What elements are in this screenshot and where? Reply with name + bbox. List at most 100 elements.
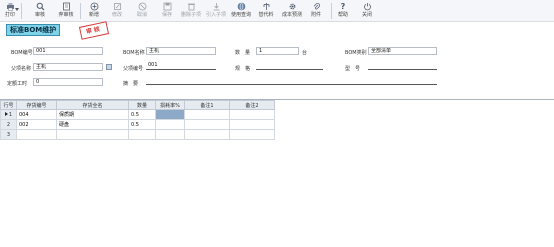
cost-forecast-label: 成本预测	[281, 12, 302, 18]
note1-cell[interactable]	[184, 109, 230, 120]
work-hours-field[interactable]: 0	[33, 78, 103, 86]
audit-button[interactable]: 审核	[33, 1, 47, 21]
note1-cell[interactable]	[184, 129, 230, 140]
modify-button[interactable]: 修改	[110, 1, 124, 21]
bom-items-table: 行号 存货编号 存货全名 数量 损耗率% 备注1 备注2 1 004 保质期 0…	[0, 100, 275, 140]
printer-icon	[6, 2, 15, 11]
parent-code-label: 父项编号	[123, 66, 144, 72]
bom-type-label: BOM类别	[345, 50, 367, 56]
code-cell[interactable]: 002	[16, 119, 57, 130]
loss-cell[interactable]	[155, 109, 185, 120]
usage-query-button[interactable]: 使用查询	[230, 1, 252, 21]
loss-cell[interactable]	[155, 119, 185, 130]
cost-forecast-button[interactable]: 成本预测	[281, 1, 303, 21]
bom-type-field[interactable]: 全部清单	[368, 47, 437, 55]
code-cell[interactable]: 004	[16, 109, 57, 120]
paperclip-icon	[312, 2, 321, 11]
column-header-qty[interactable]: 数量	[128, 100, 156, 110]
search-icon	[36, 2, 45, 11]
cancel-button[interactable]: 取消	[135, 1, 149, 21]
name-cell[interactable]: 硬盘	[56, 119, 129, 130]
parent-code-field[interactable]: 001	[146, 62, 216, 70]
table-header-row: 行号 存货编号 存货全名 数量 损耗率% 备注1 备注2	[0, 100, 275, 110]
column-header-note2[interactable]: 备注2	[229, 100, 275, 110]
attachment-button[interactable]: 附件	[309, 1, 323, 21]
column-header-loss[interactable]: 损耗率%	[155, 100, 185, 110]
remarks-field[interactable]	[146, 77, 437, 85]
replacement-button[interactable]: 替代料	[257, 1, 275, 21]
close-button[interactable]: 关闭	[360, 1, 374, 21]
bom-name-field[interactable]: 主机	[146, 47, 216, 55]
print-button[interactable]: 打印	[3, 1, 17, 21]
detail-grid: 行号 存货编号 存货全名 数量 损耗率% 备注1 备注2 1 004 保质期 0…	[0, 99, 554, 247]
replacement-label: 替代料	[258, 12, 274, 18]
bom-name-label: BOM名称	[123, 50, 145, 56]
note2-cell[interactable]	[229, 119, 275, 130]
gear-icon	[288, 2, 297, 11]
unaudit-button[interactable]: 弃审核	[57, 1, 75, 21]
column-header-row-no[interactable]: 行号	[0, 100, 17, 110]
trash-icon	[187, 2, 196, 11]
parent-name-field[interactable]: 主机	[33, 63, 103, 71]
save-label: 保存	[161, 12, 172, 18]
help-label: 帮助	[337, 12, 348, 18]
audit-stamp: 审核	[78, 21, 110, 40]
add-button[interactable]: 新增	[87, 1, 101, 21]
document-icon	[62, 2, 71, 11]
toolbar-divider	[331, 3, 332, 19]
cancel-label: 取消	[136, 12, 147, 18]
model-field[interactable]	[368, 62, 437, 70]
parent-name-label: 父项名称	[11, 66, 32, 72]
delete-row-label: 删除子项	[180, 12, 201, 18]
modify-label: 修改	[111, 12, 122, 18]
usage-query-label: 使用查询	[230, 12, 251, 18]
remarks-label: 摘 要	[123, 81, 139, 87]
column-header-name[interactable]: 存货全名	[56, 100, 129, 110]
cancel-icon	[138, 2, 147, 11]
table-row[interactable]: 3	[0, 129, 275, 140]
toolbar-divider	[80, 3, 81, 19]
column-header-code[interactable]: 存货编号	[16, 100, 57, 110]
current-row-icon	[4, 112, 8, 116]
row-number: 1	[8, 111, 13, 118]
attachment-label: 附件	[310, 12, 321, 18]
form-title: 标准BOM维护	[6, 24, 61, 36]
add-label: 新增	[88, 12, 99, 18]
quantity-unit: 台	[302, 50, 308, 56]
add-icon	[90, 2, 99, 11]
qty-cell[interactable]	[128, 129, 156, 140]
row-number-cell[interactable]: 2	[0, 119, 17, 130]
loss-cell[interactable]	[155, 129, 185, 140]
qty-cell[interactable]: 0.5	[128, 109, 156, 120]
row-number-cell[interactable]: 1	[0, 109, 17, 120]
globe-icon	[237, 2, 246, 11]
audit-label: 审核	[34, 12, 45, 18]
lookup-icon[interactable]	[106, 64, 112, 70]
spec-field[interactable]	[256, 62, 323, 70]
delete-row-button[interactable]: 删除子项	[180, 1, 202, 21]
save-icon	[163, 2, 172, 11]
edit-icon	[113, 2, 122, 11]
note2-cell[interactable]	[229, 129, 275, 140]
code-cell[interactable]	[16, 129, 57, 140]
quantity-field[interactable]: 1	[256, 47, 299, 55]
import-row-button[interactable]: 引入子项	[205, 1, 227, 21]
note2-cell[interactable]	[229, 109, 275, 120]
save-button[interactable]: 保存	[160, 1, 174, 21]
bom-no-label: BOM编号	[11, 50, 33, 56]
qty-cell[interactable]: 0.5	[128, 119, 156, 130]
power-icon	[363, 2, 372, 11]
name-cell[interactable]	[56, 129, 129, 140]
print-label: 打印	[4, 12, 15, 18]
help-icon: ?	[340, 2, 346, 11]
model-label: 型 号	[345, 66, 361, 72]
name-cell[interactable]: 保质期	[56, 109, 129, 120]
help-button[interactable]: ? 帮助	[336, 1, 350, 21]
table-row[interactable]: 1 004 保质期 0.5	[0, 109, 275, 120]
table-row[interactable]: 2 002 硬盘 0.5	[0, 119, 275, 130]
chevron-down-icon[interactable]	[15, 8, 19, 11]
column-header-note1[interactable]: 备注1	[184, 100, 230, 110]
bom-no-field[interactable]: 001	[33, 47, 103, 55]
note1-cell[interactable]	[184, 119, 230, 130]
row-number-cell[interactable]: 3	[0, 129, 17, 140]
